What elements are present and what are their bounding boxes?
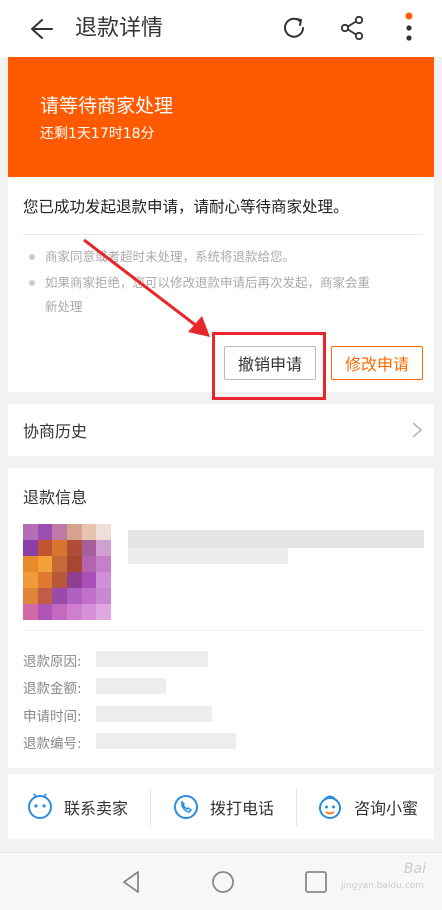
request-time-label: 申请时间: [23, 709, 82, 725]
nav-back-icon[interactable] [118, 867, 144, 897]
status-banner: 请等待商家处理 还剩1天17时18分 [8, 57, 434, 177]
divider [150, 788, 151, 826]
refund-info-card: 退款信息 退款原因: 退款金额: 申请时间: 退款编号: [8, 468, 434, 768]
contact-seller-button[interactable]: 联系卖家 [26, 774, 128, 840]
product-thumbnail[interactable] [23, 524, 111, 620]
chat-bubble-icon [28, 793, 52, 819]
refund-info-title: 退款信息 [23, 488, 88, 507]
nav-recent-apps-icon[interactable] [303, 869, 329, 895]
assistant-face-icon [319, 795, 341, 819]
status-message: 您已成功发起退款申请，请耐心等待商家处理。 [23, 198, 349, 216]
page-title: 退款详情 [75, 16, 164, 41]
consult-label: 咨询小蜜 [354, 799, 419, 818]
history-label: 协商历史 [23, 422, 88, 441]
divider [23, 234, 423, 235]
banner-title: 请等待商家处理 [40, 95, 174, 117]
share-icon [340, 15, 364, 41]
consult-button[interactable]: 咨询小蜜 [316, 774, 418, 840]
blurred-value [96, 651, 208, 667]
nav-home-icon[interactable] [208, 867, 238, 897]
contact-seller-label: 联系卖家 [64, 799, 129, 818]
divider [296, 788, 297, 826]
top-bar: 退款详情 [0, 0, 442, 57]
call-label: 拨打电话 [210, 799, 275, 818]
more-menu-button[interactable] [398, 8, 420, 48]
phone-icon [174, 795, 198, 819]
modify-request-button[interactable]: 修改申请 [331, 346, 423, 380]
system-nav-bar: Bai jingyan.baidu.com [0, 852, 442, 910]
countdown-text: 还剩1天17时18分 [40, 126, 155, 142]
history-row[interactable]: 协商历史 [8, 404, 434, 456]
note-text-continued: 新处理 [45, 299, 83, 314]
blurred-product-name [128, 530, 424, 548]
highlight-box [212, 332, 326, 400]
divider [23, 630, 423, 631]
watermark-url: jingyan.baidu.com [340, 881, 424, 891]
blurred-value [96, 678, 166, 694]
refund-number-label: 退款编号: [23, 736, 82, 752]
annotation-arrow-icon [83, 238, 210, 337]
blurred-product-name [128, 548, 288, 564]
back-arrow-icon [31, 19, 53, 39]
blurred-value [96, 733, 236, 749]
share-button[interactable] [337, 13, 367, 43]
refresh-button[interactable] [279, 13, 309, 43]
refresh-icon [284, 17, 304, 38]
refund-reason-label: 退款原因: [23, 654, 82, 670]
more-vertical-icon [405, 12, 413, 41]
watermark-logo: Bai [403, 861, 426, 877]
chevron-right-icon [412, 422, 423, 438]
back-button[interactable] [22, 14, 56, 44]
bullet-icon [29, 253, 35, 260]
refund-amount-label: 退款金额: [23, 681, 82, 697]
action-bar: 联系卖家 拨打电话 咨询小蜜 [8, 773, 434, 839]
call-button[interactable]: 拨打电话 [172, 774, 274, 840]
blurred-value [96, 706, 212, 722]
bullet-icon [29, 279, 35, 286]
